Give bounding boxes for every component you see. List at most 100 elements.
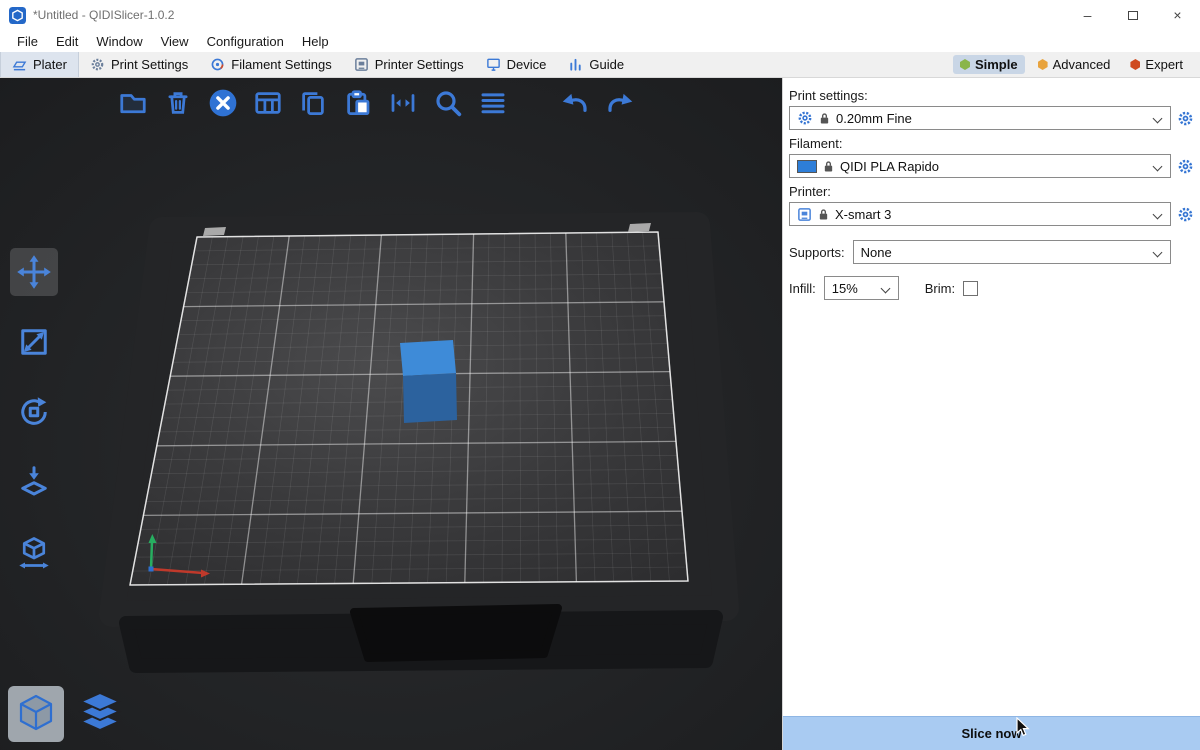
filament-spool-icon bbox=[210, 57, 225, 72]
scale-tool-button[interactable] bbox=[10, 318, 58, 366]
instances-icon bbox=[388, 88, 418, 118]
arrange-icon bbox=[253, 88, 283, 118]
undo-icon bbox=[559, 87, 591, 119]
tab-label: Printer Settings bbox=[375, 57, 464, 72]
tab-label: Guide bbox=[589, 57, 624, 72]
instances-button[interactable] bbox=[386, 86, 420, 120]
place-on-face-tool-button[interactable] bbox=[10, 458, 58, 506]
menu-bar: File Edit Window View Configuration Help bbox=[0, 30, 1200, 52]
move-tool-button[interactable] bbox=[10, 248, 58, 296]
device-monitor-icon bbox=[486, 57, 501, 72]
supports-label: Supports: bbox=[789, 245, 845, 260]
chevron-down-icon bbox=[1153, 113, 1163, 123]
brim-checkbox[interactable] bbox=[963, 281, 978, 296]
lock-icon bbox=[818, 208, 829, 221]
supports-value: None bbox=[861, 245, 892, 260]
settings-sidebar: Print settings: 0.20mm Fine bbox=[782, 78, 1200, 750]
search-icon bbox=[432, 87, 464, 119]
chevron-down-icon bbox=[880, 283, 890, 293]
arrange-button[interactable] bbox=[251, 86, 285, 120]
view-layers-icon bbox=[77, 691, 123, 737]
delete-all-button[interactable] bbox=[206, 86, 240, 120]
plater-icon bbox=[12, 57, 27, 72]
move-icon bbox=[16, 254, 52, 290]
chevron-down-icon bbox=[1153, 247, 1163, 257]
delete-all-icon bbox=[207, 87, 239, 119]
3d-viewport[interactable] bbox=[0, 78, 782, 750]
measure-tool-button[interactable] bbox=[10, 528, 58, 576]
print-settings-value: 0.20mm Fine bbox=[836, 111, 912, 126]
tab-printer-settings[interactable]: Printer Settings bbox=[343, 52, 475, 77]
view-3d-button[interactable] bbox=[8, 686, 64, 742]
copy-icon bbox=[298, 88, 328, 118]
view-layers-button[interactable] bbox=[72, 686, 128, 742]
close-button[interactable]: × bbox=[1155, 0, 1200, 30]
printer-gear-button[interactable] bbox=[1176, 205, 1194, 223]
print-settings-gear-button[interactable] bbox=[1176, 109, 1194, 127]
redo-button[interactable] bbox=[603, 86, 637, 120]
menu-configuration[interactable]: Configuration bbox=[198, 32, 293, 51]
mode-advanced[interactable]: Advanced bbox=[1031, 55, 1118, 74]
chevron-down-icon bbox=[1153, 209, 1163, 219]
mode-selector: Simple Advanced Expert bbox=[953, 52, 1200, 77]
gear-icon bbox=[1177, 158, 1194, 175]
filament-color-swatch bbox=[797, 160, 817, 173]
layer-height-icon bbox=[478, 88, 508, 118]
print-settings-combo[interactable]: 0.20mm Fine bbox=[789, 106, 1171, 130]
layer-height-button[interactable] bbox=[476, 86, 510, 120]
slice-now-button[interactable]: Slice now bbox=[783, 716, 1200, 750]
mode-expert[interactable]: Expert bbox=[1123, 55, 1190, 74]
simple-mode-icon bbox=[960, 59, 970, 70]
3d-viewport-canvas[interactable] bbox=[0, 78, 782, 750]
tab-label: Filament Settings bbox=[231, 57, 331, 72]
tab-plater[interactable]: Plater bbox=[0, 52, 79, 77]
tab-label: Device bbox=[507, 57, 547, 72]
mode-label: Simple bbox=[975, 57, 1018, 72]
tab-label: Plater bbox=[33, 57, 67, 72]
menu-help[interactable]: Help bbox=[293, 32, 338, 51]
menu-window[interactable]: Window bbox=[87, 32, 151, 51]
printer-value: X-smart 3 bbox=[835, 207, 891, 222]
mode-label: Expert bbox=[1145, 57, 1183, 72]
maximize-button[interactable] bbox=[1110, 0, 1155, 30]
printer-combo[interactable]: X-smart 3 bbox=[789, 202, 1171, 226]
brim-label: Brim: bbox=[925, 281, 955, 296]
filament-gear-button[interactable] bbox=[1176, 157, 1194, 175]
print-settings-label: Print settings: bbox=[789, 88, 1194, 103]
tab-guide[interactable]: Guide bbox=[557, 52, 635, 77]
mode-simple[interactable]: Simple bbox=[953, 55, 1025, 74]
bed-clip bbox=[628, 223, 651, 232]
menu-edit[interactable]: Edit bbox=[47, 32, 87, 51]
gear-icon bbox=[1177, 110, 1194, 127]
filament-value: QIDI PLA Rapido bbox=[840, 159, 939, 174]
mode-label: Advanced bbox=[1053, 57, 1111, 72]
rotate-tool-button[interactable] bbox=[10, 388, 58, 436]
bed-clip bbox=[203, 227, 226, 236]
infill-combo[interactable]: 15% bbox=[824, 276, 899, 300]
tab-filament-settings[interactable]: Filament Settings bbox=[199, 52, 342, 77]
filament-combo[interactable]: QIDI PLA Rapido bbox=[789, 154, 1171, 178]
open-button[interactable] bbox=[116, 86, 150, 120]
lock-icon bbox=[823, 160, 834, 173]
model-cube[interactable] bbox=[400, 340, 457, 423]
menu-file[interactable]: File bbox=[8, 32, 47, 51]
copy-button[interactable] bbox=[296, 86, 330, 120]
tab-device[interactable]: Device bbox=[475, 52, 558, 77]
tray-handle-cutout bbox=[354, 608, 558, 658]
tab-print-settings[interactable]: Print Settings bbox=[79, 52, 199, 77]
paste-button[interactable] bbox=[341, 86, 375, 120]
gizmo-toolbar bbox=[10, 248, 58, 576]
search-button[interactable] bbox=[431, 86, 465, 120]
minimize-button[interactable]: – bbox=[1065, 0, 1110, 30]
paste-icon bbox=[343, 88, 373, 118]
infill-value: 15% bbox=[832, 281, 858, 296]
top-toolbar bbox=[116, 86, 637, 120]
delete-button[interactable] bbox=[161, 86, 195, 120]
title-bar: *Untitled - QIDISlicer-1.0.2 – × bbox=[0, 0, 1200, 30]
menu-view[interactable]: View bbox=[152, 32, 198, 51]
view-3d-icon bbox=[15, 693, 57, 735]
undo-button[interactable] bbox=[558, 86, 592, 120]
window-title: *Untitled - QIDISlicer-1.0.2 bbox=[33, 8, 174, 22]
chevron-down-icon bbox=[1153, 161, 1163, 171]
supports-combo[interactable]: None bbox=[853, 240, 1171, 264]
